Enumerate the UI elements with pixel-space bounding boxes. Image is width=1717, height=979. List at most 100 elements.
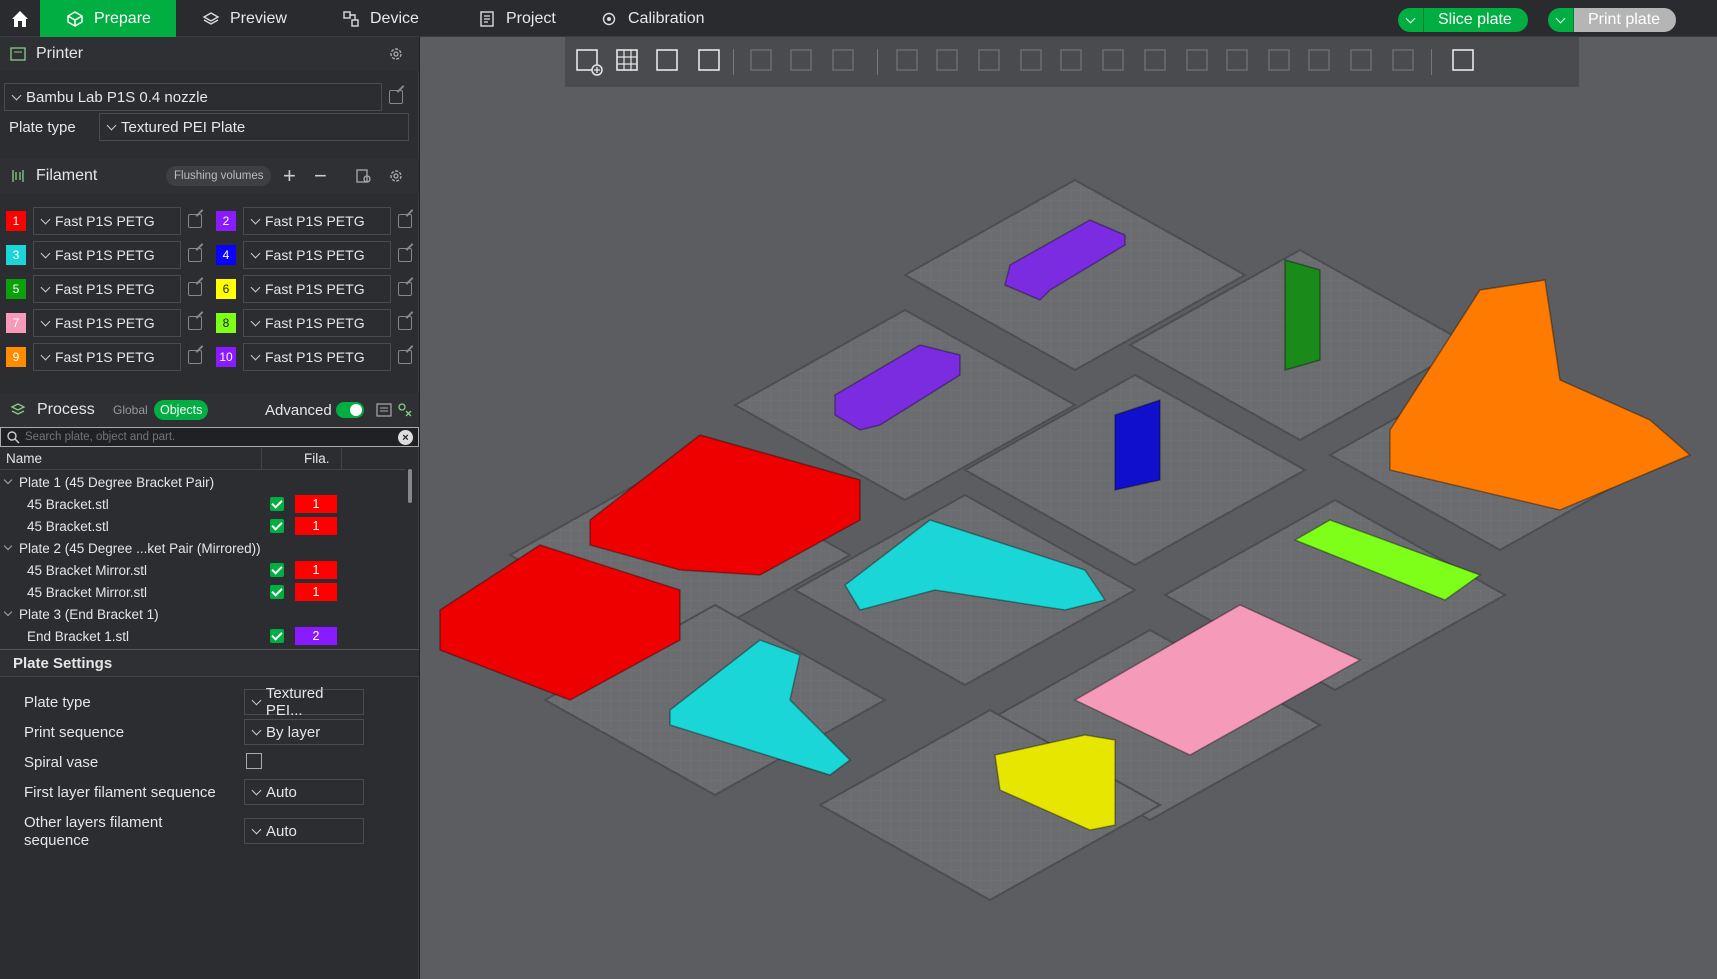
tab-project[interactable]: Project bbox=[478, 0, 556, 37]
ps-other-layers-select[interactable]: Auto bbox=[244, 818, 364, 844]
filament-color-swatch[interactable]: 5 bbox=[6, 279, 26, 299]
printer-edit-icon[interactable] bbox=[389, 90, 403, 104]
object-visible-checkbox[interactable] bbox=[270, 497, 284, 511]
tab-device[interactable]: Device bbox=[342, 0, 419, 37]
auto-orient-icon[interactable] bbox=[651, 44, 685, 78]
layers-list-icon[interactable] bbox=[827, 44, 861, 78]
filament-color-swatch[interactable]: 4 bbox=[216, 245, 236, 265]
advanced-toggle[interactable] bbox=[336, 402, 364, 418]
filament-select[interactable]: Fast P1S PETG bbox=[33, 207, 181, 235]
ps-first-layer-select[interactable]: Auto bbox=[244, 779, 364, 805]
object-visible-checkbox[interactable] bbox=[270, 563, 284, 577]
object-row[interactable]: 45 Bracket.stl 1 bbox=[0, 515, 405, 537]
search-input[interactable] bbox=[25, 429, 385, 445]
global-toggle-option[interactable]: Global bbox=[113, 403, 148, 417]
search-box[interactable]: × bbox=[0, 427, 419, 447]
object-list-scrollbar[interactable] bbox=[408, 469, 412, 503]
filament-color-swatch[interactable]: 10 bbox=[216, 347, 236, 367]
support-paint-icon[interactable] bbox=[1139, 44, 1173, 78]
object-filament-badge[interactable]: 2 bbox=[295, 627, 337, 645]
plate-type-select[interactable]: Textured PEI Plate bbox=[99, 113, 409, 141]
filament-edit-icon[interactable] bbox=[398, 248, 412, 262]
filament-color-swatch[interactable]: 6 bbox=[216, 279, 236, 299]
filament-edit-icon[interactable] bbox=[188, 214, 202, 228]
expand-chevron-icon[interactable] bbox=[3, 475, 13, 485]
home-icon[interactable] bbox=[0, 0, 40, 37]
print-dropdown-chevron-icon[interactable] bbox=[1548, 8, 1574, 32]
filament-edit-icon[interactable] bbox=[398, 350, 412, 364]
printed-model[interactable] bbox=[1114, 398, 1161, 491]
plates-scene[interactable] bbox=[420, 37, 1717, 979]
filament-edit-icon[interactable] bbox=[188, 316, 202, 330]
text-icon[interactable] bbox=[1221, 44, 1255, 78]
printed-model[interactable] bbox=[1284, 259, 1321, 371]
filament-color-swatch[interactable]: 1 bbox=[6, 211, 26, 231]
boolean-icon[interactable] bbox=[1097, 44, 1131, 78]
printer-select[interactable]: Bambu Lab P1S 0.4 nozzle bbox=[4, 83, 382, 111]
filament-color-swatch[interactable]: 9 bbox=[6, 347, 26, 367]
move-icon[interactable] bbox=[891, 44, 925, 78]
tab-preview[interactable]: Preview bbox=[202, 0, 287, 37]
filament-sync-icon[interactable] bbox=[355, 168, 371, 184]
slice-plate-button[interactable]: Slice plate bbox=[1398, 8, 1528, 32]
clear-search-icon[interactable]: × bbox=[398, 430, 413, 445]
object-filament-badge[interactable]: 1 bbox=[295, 517, 337, 535]
fit-icon[interactable] bbox=[1387, 44, 1421, 78]
measure-icon[interactable] bbox=[1303, 44, 1337, 78]
ps-print-sequence-select[interactable]: By layer bbox=[244, 719, 364, 745]
filament-edit-icon[interactable] bbox=[398, 316, 412, 330]
grid-arrange-icon[interactable] bbox=[611, 44, 645, 78]
object-row[interactable]: 45 Bracket Mirror.stl 1 bbox=[0, 581, 405, 603]
3d-viewport[interactable] bbox=[420, 37, 1717, 979]
filament-select[interactable]: Fast P1S PETG bbox=[243, 241, 391, 269]
object-row[interactable]: 45 Bracket.stl 1 bbox=[0, 493, 405, 515]
filament-select[interactable]: Fast P1S PETG bbox=[243, 275, 391, 303]
object-row[interactable]: 45 Bracket Mirror.stl 1 bbox=[0, 559, 405, 581]
process-list-icon[interactable] bbox=[376, 402, 392, 418]
object-filament-badge[interactable]: 1 bbox=[295, 561, 337, 579]
filament-select[interactable]: Fast P1S PETG bbox=[33, 309, 181, 337]
plate-row[interactable]: Plate 2 (45 Degree ...ket Pair (Mirrored… bbox=[0, 537, 405, 559]
copy-icon[interactable] bbox=[745, 44, 779, 78]
object-filament-badge[interactable]: 1 bbox=[295, 583, 337, 601]
cut-icon[interactable] bbox=[1055, 44, 1089, 78]
filament-color-swatch[interactable]: 2 bbox=[216, 211, 236, 231]
process-tools-icon[interactable] bbox=[397, 402, 413, 418]
ps-plate-type-select[interactable]: Textured PEI... bbox=[244, 685, 364, 719]
filament-edit-icon[interactable] bbox=[398, 282, 412, 296]
split-view-icon[interactable] bbox=[1447, 44, 1481, 78]
object-row[interactable]: End Bracket 1.stl 2 bbox=[0, 625, 405, 647]
filament-select[interactable]: Fast P1S PETG bbox=[243, 207, 391, 235]
print-plate-button[interactable]: Print plate bbox=[1548, 8, 1677, 32]
object-visible-checkbox[interactable] bbox=[270, 519, 284, 533]
filament-select[interactable]: Fast P1S PETG bbox=[33, 241, 181, 269]
filament-color-swatch[interactable]: 7 bbox=[6, 313, 26, 333]
expand-chevron-icon[interactable] bbox=[3, 607, 13, 617]
filament-edit-icon[interactable] bbox=[398, 214, 412, 228]
filament-select[interactable]: Fast P1S PETG bbox=[243, 343, 391, 371]
color-paint-icon[interactable] bbox=[1263, 44, 1297, 78]
rotate-icon[interactable] bbox=[931, 44, 965, 78]
filament-settings-gear-icon[interactable] bbox=[388, 168, 404, 184]
lay-on-face-icon[interactable] bbox=[1015, 44, 1049, 78]
filament-edit-icon[interactable] bbox=[188, 350, 202, 364]
filament-color-swatch[interactable]: 8 bbox=[216, 313, 236, 333]
remove-filament-icon[interactable]: − bbox=[314, 163, 327, 189]
filament-edit-icon[interactable] bbox=[188, 248, 202, 262]
filament-select[interactable]: Fast P1S PETG bbox=[33, 275, 181, 303]
plate-row[interactable]: Plate 1 (45 Degree Bracket Pair) bbox=[0, 471, 405, 493]
object-visible-checkbox[interactable] bbox=[270, 629, 284, 643]
objects-toggle-option[interactable]: Objects bbox=[154, 400, 209, 420]
plate-layout-icon[interactable] bbox=[693, 44, 727, 78]
add-object-icon[interactable] bbox=[571, 44, 605, 78]
paste-icon[interactable] bbox=[785, 44, 819, 78]
add-filament-icon[interactable]: + bbox=[283, 163, 296, 189]
plate-row[interactable]: Plate 3 (End Bracket 1) bbox=[0, 603, 405, 625]
printed-model[interactable] bbox=[1389, 279, 1692, 511]
object-filament-badge[interactable]: 1 bbox=[295, 495, 337, 513]
seam-paint-icon[interactable] bbox=[1181, 44, 1215, 78]
filament-select[interactable]: Fast P1S PETG bbox=[33, 343, 181, 371]
printer-settings-gear-icon[interactable] bbox=[388, 46, 404, 62]
slice-dropdown-chevron-icon[interactable] bbox=[1398, 8, 1424, 32]
filament-edit-icon[interactable] bbox=[188, 282, 202, 296]
